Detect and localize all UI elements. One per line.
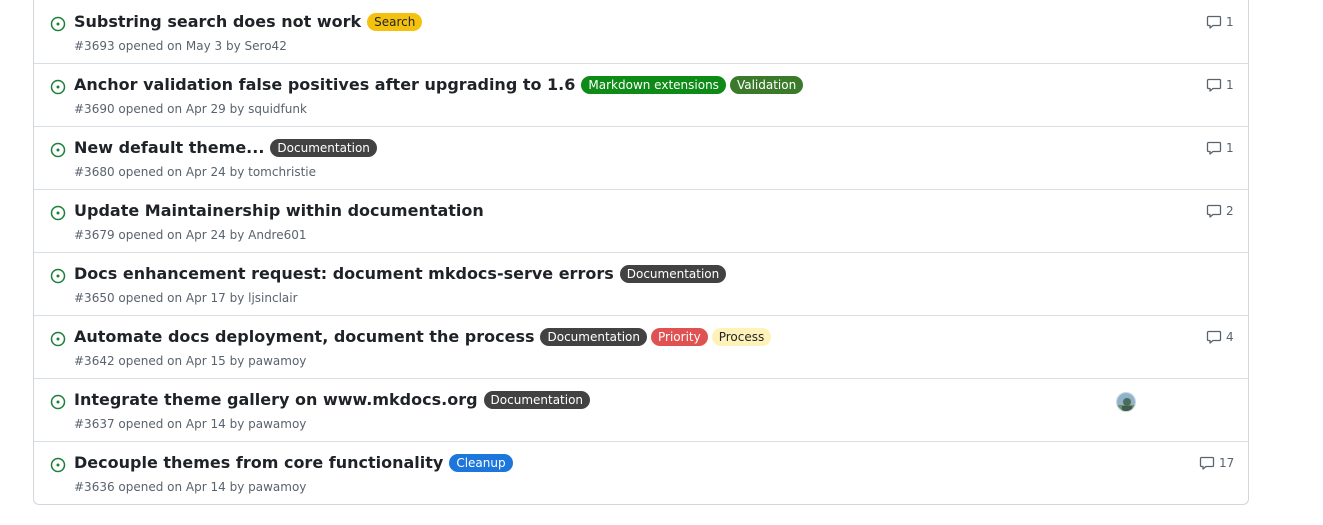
issue-title-link[interactable]: New default theme... — [74, 138, 264, 157]
issue-title-line: Docs enhancement request: document mkdoc… — [74, 264, 1108, 283]
issue-title-line: Anchor validation false positives after … — [74, 75, 1108, 94]
comment-count: 1 — [1226, 141, 1234, 155]
issue-author-link[interactable]: pawamoy — [248, 480, 306, 494]
issue-row[interactable]: Update Maintainership within documentati… — [34, 189, 1248, 252]
issue-meta: #3693 opened on May 3 by Sero42 — [74, 39, 287, 53]
issue-meta-text: #3637 opened on Apr 14 by — [74, 417, 249, 431]
issue-opened-icon — [50, 268, 66, 284]
issue-row[interactable]: Integrate theme gallery on www.mkdocs.or… — [34, 378, 1248, 441]
comment-icon — [1206, 329, 1222, 345]
issue-title-line: Update Maintainership within documentati… — [74, 201, 1108, 220]
comment-count: 4 — [1226, 330, 1234, 344]
issue-meta: #3636 opened on Apr 14 by pawamoy — [74, 480, 306, 494]
issue-author-link[interactable]: squidfunk — [248, 102, 307, 116]
issue-label[interactable]: Markdown extensions — [581, 75, 726, 94]
issue-label[interactable]: Documentation — [270, 138, 377, 157]
comments-link[interactable]: 4 — [1206, 329, 1234, 345]
issue-opened-icon — [50, 205, 66, 221]
issue-opened-icon — [50, 79, 66, 95]
issue-author-link[interactable]: Sero42 — [245, 39, 287, 53]
comments-link[interactable]: 1 — [1206, 14, 1234, 30]
issue-row[interactable]: Docs enhancement request: document mkdoc… — [34, 252, 1248, 315]
issue-meta-text: #3636 opened on Apr 14 by — [74, 480, 249, 494]
issue-row[interactable]: Substring search does not work Search #369… — [34, 0, 1248, 63]
issue-label[interactable]: Validation — [729, 75, 804, 94]
issue-author-link[interactable]: tomchristie — [248, 165, 316, 179]
comment-count: 1 — [1226, 78, 1234, 92]
comment-count: 17 — [1219, 456, 1235, 470]
issue-row[interactable]: Decouple themes from core functionality C… — [34, 441, 1248, 504]
avatar[interactable] — [1116, 392, 1136, 412]
issue-opened-icon — [50, 394, 66, 410]
issue-meta-text: #3642 opened on Apr 15 by — [74, 354, 249, 368]
issue-author-link[interactable]: pawamoy — [248, 417, 306, 431]
comments-link[interactable]: 17 — [1199, 455, 1234, 471]
comment-icon — [1199, 455, 1215, 471]
issue-meta: #3690 opened on Apr 29 by squidfunk — [74, 102, 307, 116]
comment-count: 1 — [1226, 15, 1234, 29]
issue-row[interactable]: Anchor validation false positives after … — [34, 63, 1248, 126]
comment-count: 2 — [1226, 204, 1234, 218]
issue-title-line: Substring search does not work Search — [74, 12, 1108, 31]
issue-row[interactable]: New default theme... Documentation #3680 o… — [34, 126, 1248, 189]
comment-icon — [1206, 77, 1222, 93]
issue-title-line: Automate docs deployment, document the p… — [74, 327, 1108, 346]
comments-link[interactable]: 2 — [1206, 203, 1234, 219]
issue-meta-text: #3650 opened on Apr 17 by — [74, 291, 249, 305]
issue-title-link[interactable]: Integrate theme gallery on www.mkdocs.or… — [74, 390, 478, 409]
issue-author-link[interactable]: pawamoy — [248, 354, 306, 368]
issue-title-link[interactable]: Substring search does not work — [74, 12, 361, 31]
issue-meta-text: #3690 opened on Apr 29 by — [74, 102, 249, 116]
issue-title-link[interactable]: Decouple themes from core functionality — [74, 453, 443, 472]
issue-title-line: Decouple themes from core functionality C… — [74, 453, 1108, 472]
comment-icon — [1206, 14, 1222, 30]
issue-title-link[interactable]: Anchor validation false positives after … — [74, 75, 575, 94]
issue-label[interactable]: Process — [711, 327, 772, 346]
issue-title-link[interactable]: Automate docs deployment, document the p… — [74, 327, 534, 346]
issue-title-link[interactable]: Update Maintainership within documentati… — [74, 201, 484, 220]
issue-label[interactable]: Documentation — [483, 390, 591, 409]
issue-author-link[interactable]: ljsinclair — [248, 291, 297, 305]
issue-label[interactable]: Priority — [651, 327, 708, 346]
comment-icon — [1206, 140, 1222, 156]
comments-link[interactable]: 1 — [1206, 140, 1234, 156]
issue-label[interactable]: Documentation — [619, 264, 727, 283]
issue-opened-icon — [50, 457, 66, 473]
issues-list: Substring search does not work Search #369… — [33, 0, 1249, 505]
issue-meta-text: #3680 opened on Apr 24 by — [74, 165, 249, 179]
issue-label[interactable]: Documentation — [540, 327, 647, 346]
issue-author-link[interactable]: Andre601 — [248, 228, 306, 242]
issue-opened-icon — [50, 331, 66, 347]
issue-label[interactable]: Search — [367, 12, 423, 31]
issue-title-line: New default theme... Documentation — [74, 138, 1108, 157]
issue-label[interactable]: Cleanup — [449, 453, 513, 472]
issue-meta: #3637 opened on Apr 14 by pawamoy — [74, 417, 306, 431]
comments-link[interactable]: 1 — [1206, 77, 1234, 93]
issue-opened-icon — [50, 142, 66, 158]
issue-meta: #3642 opened on Apr 15 by pawamoy — [74, 354, 306, 368]
issue-meta: #3650 opened on Apr 17 by ljsinclair — [74, 291, 298, 305]
issue-meta: #3679 opened on Apr 24 by Andre601 — [74, 228, 307, 242]
issue-meta-text: #3679 opened on Apr 24 by — [74, 228, 249, 242]
issue-meta-text: #3693 opened on May 3 by — [74, 39, 245, 53]
issue-row[interactable]: Automate docs deployment, document the p… — [34, 315, 1248, 378]
issue-opened-icon — [50, 16, 66, 32]
issue-meta: #3680 opened on Apr 24 by tomchristie — [74, 165, 316, 179]
issue-title-link[interactable]: Docs enhancement request: document mkdoc… — [74, 264, 614, 283]
issue-title-line: Integrate theme gallery on www.mkdocs.or… — [74, 390, 1108, 409]
comment-icon — [1206, 203, 1222, 219]
